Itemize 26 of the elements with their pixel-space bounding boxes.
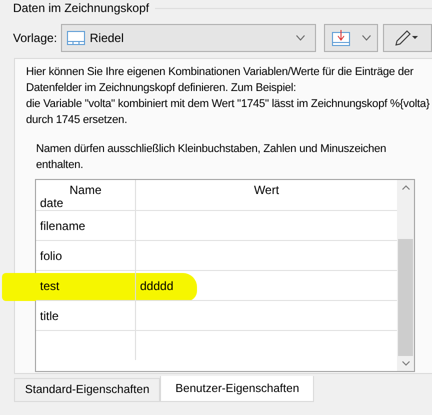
template-label: Vorlage: <box>13 31 58 45</box>
scroll-thumb[interactable] <box>398 239 413 356</box>
column-header[interactable]: Wert <box>136 180 397 198</box>
name-cell: test <box>40 278 60 292</box>
insert-dropdown-button[interactable] <box>324 24 378 52</box>
name-cell: folio <box>40 248 62 262</box>
name-cell: date <box>40 198 64 209</box>
column-header[interactable]: Name <box>36 180 136 198</box>
template-dropdown[interactable]: Riedel <box>60 24 316 52</box>
scroll-up-icon <box>402 185 410 190</box>
value-cell: ddddd <box>140 278 174 292</box>
tab[interactable]: Standard-Eigenschaften <box>14 378 160 402</box>
template-icon <box>66 31 85 45</box>
scroll-down-icon <box>402 361 410 366</box>
name-cell: title <box>40 308 59 322</box>
chevron-icon <box>362 35 371 41</box>
template-insert-icon <box>332 30 350 46</box>
pencil-icon <box>394 30 418 46</box>
hint-text: Namen dürfen ausschließlich Kleinbuchstaben, Zahlen und Minuszeichen enthalten. <box>36 142 388 173</box>
group-title: Daten im Zeichnungskopf <box>13 1 150 15</box>
scrollbar[interactable] <box>397 180 414 371</box>
name-cell: filename <box>40 218 86 232</box>
edit-button[interactable] <box>383 24 432 52</box>
tab[interactable]: Benutzer-Eigenschaften <box>160 376 314 402</box>
chevron-icon <box>296 35 306 41</box>
description-text: Hier können Sie Ihre eigenen Kombinationen Variablen/Werte für die Einträge der Datenfelder im Zeichnungskopf definieren. Zum Beispiel: die Variable "volta" kombiniert mit dem Wert "1745" lässt im Zeichnungskopf %{volta} durch 1745 ersetzen. <box>26 65 430 128</box>
